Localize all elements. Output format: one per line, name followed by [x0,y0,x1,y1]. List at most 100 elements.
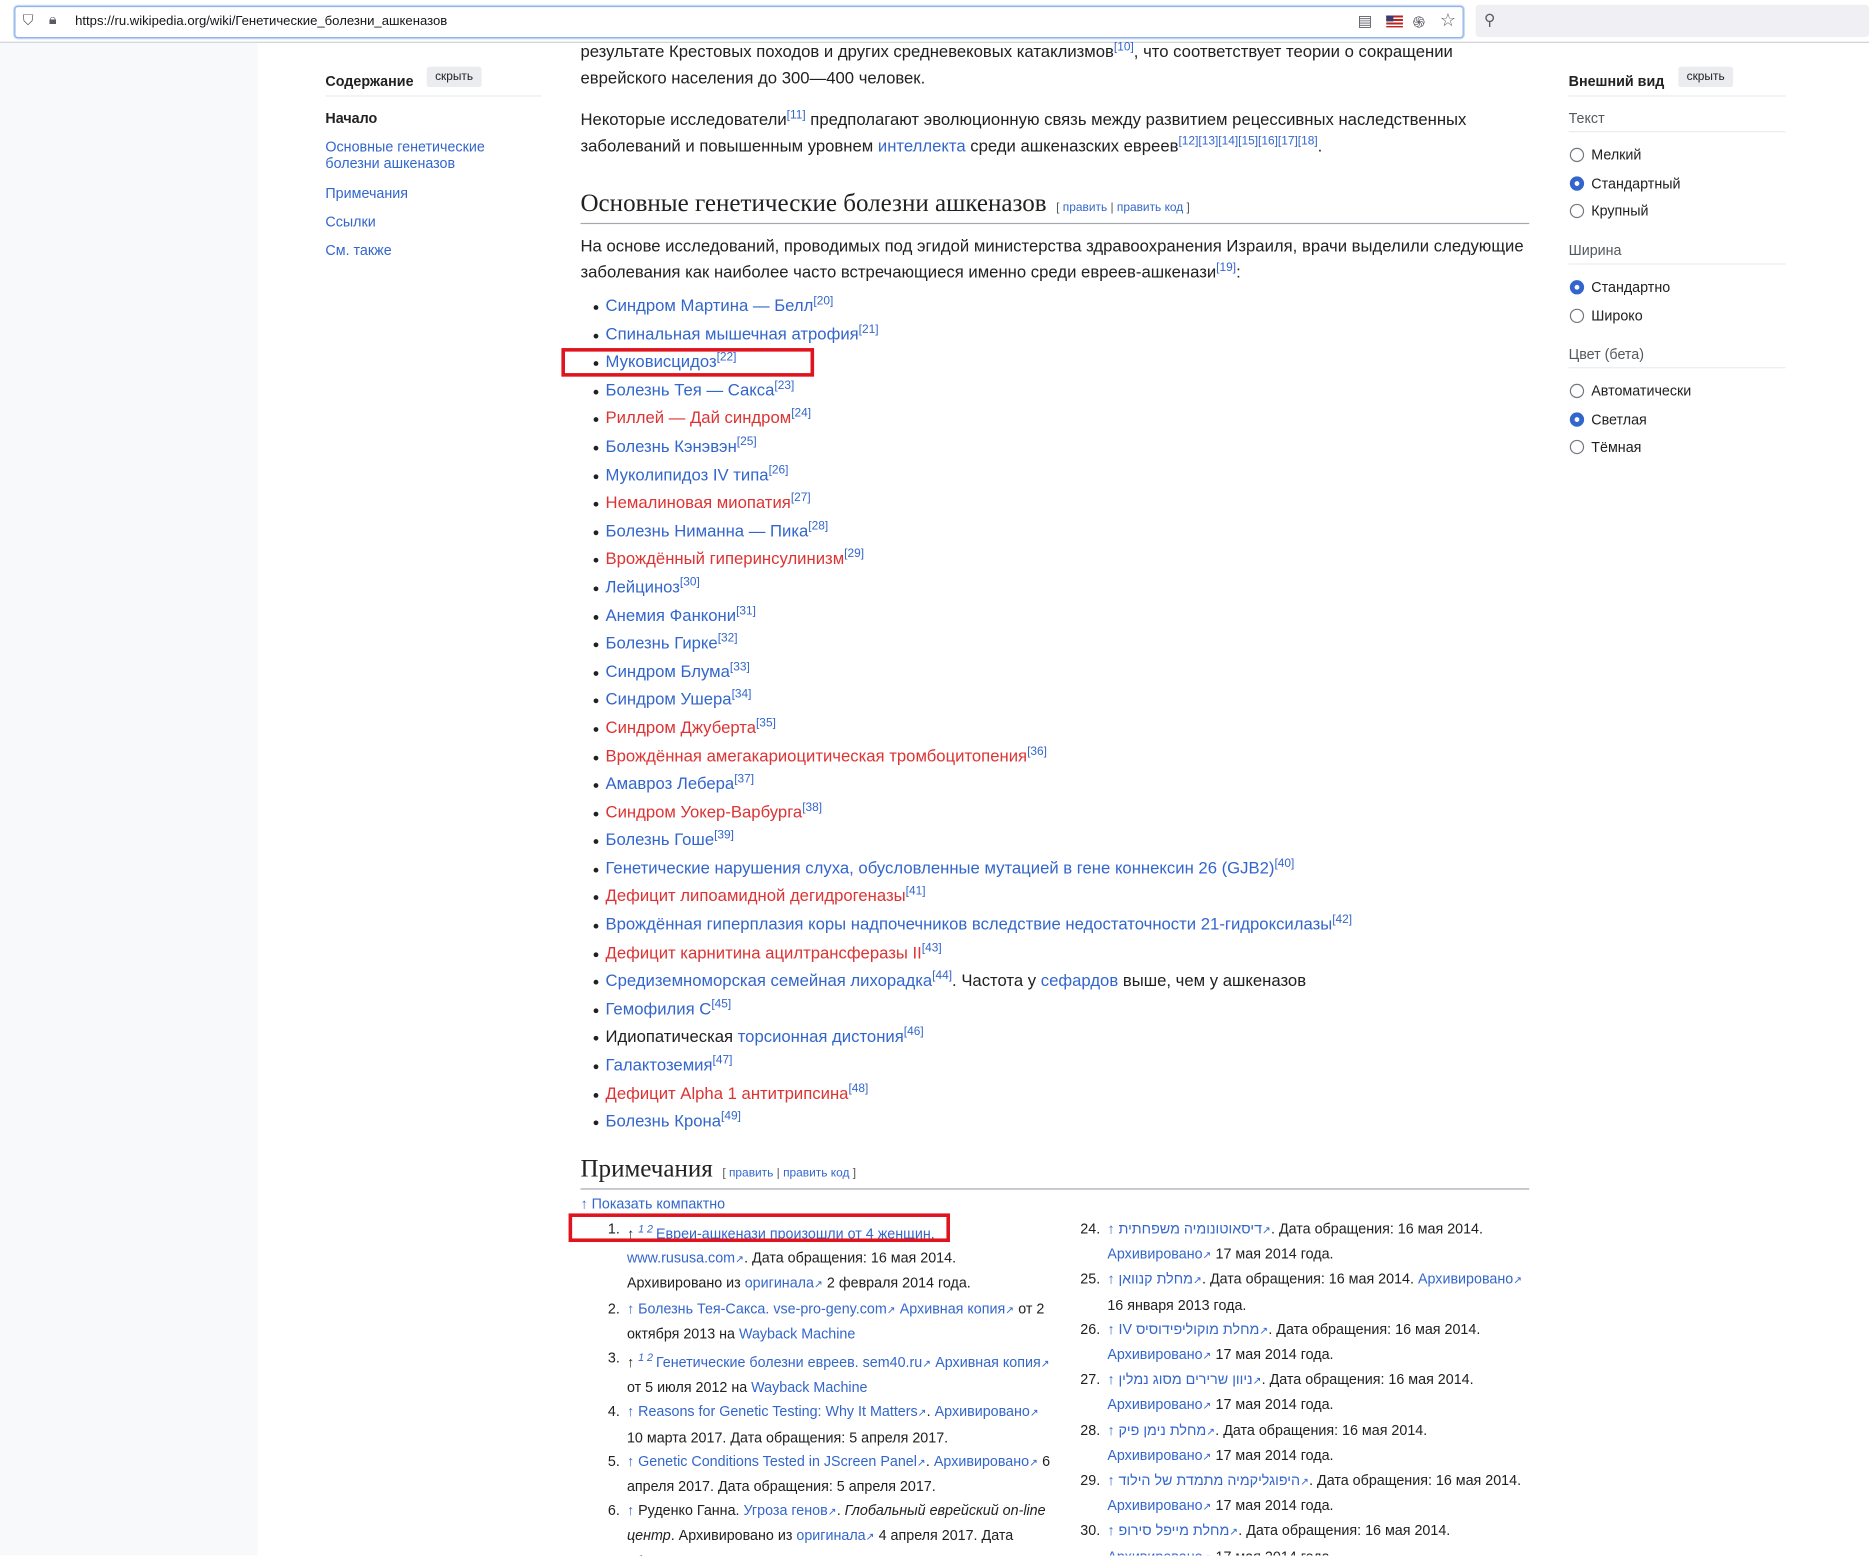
citation-link[interactable]: [45] [711,998,731,1011]
link[interactable]: Синдром Мартина — Белл [606,296,814,315]
link[interactable]: Болезнь Ниманна — Пика [606,521,809,540]
link[interactable]: Средиземноморская семейная лихорадка [606,971,933,990]
link[interactable]: Болезнь Кэнэвэн [606,436,737,455]
link[interactable]: ↑ [1107,1523,1118,1540]
citation-link[interactable]: [49] [721,1110,741,1123]
us-flag-icon[interactable] [1386,15,1403,28]
red-link[interactable]: Врождённая амегакариоцитическая тромбоци… [606,746,1028,765]
citation-link[interactable]: [28] [808,520,828,533]
citation-link[interactable]: [21] [859,323,879,336]
red-link[interactable]: Синдром Уокер-Варбурга [606,802,803,821]
link[interactable]: מחלת מוקוליפידוסיס IV [1118,1320,1259,1337]
toc-item-notes[interactable]: Примечания [325,185,516,202]
link[interactable]: Анемия Фанкони [606,605,737,624]
red-link[interactable]: Немалиновая миопатия [606,492,791,511]
link[interactable]: оригинала [745,1275,814,1292]
citation-link[interactable]: [11] [787,109,806,122]
link[interactable]: ↑ [1107,1271,1118,1288]
link[interactable]: היפוגליקמיה מתמדת של הילוד [1118,1472,1300,1489]
red-link[interactable]: Дефицит Alpha 1 антитрипсина [606,1083,849,1102]
fingerprint-icon[interactable]: ֍ [1412,11,1425,32]
citation-link[interactable]: [37] [734,773,754,786]
edit-link[interactable]: править [729,1167,773,1180]
search-box[interactable]: ⚲ [1475,4,1869,37]
lock-icon[interactable]: 🔒︎ [49,11,57,29]
citation-link[interactable]: [39] [714,829,734,842]
link[interactable]: Галактоземия [606,1055,713,1074]
link[interactable]: Архивировано [1418,1271,1513,1288]
link[interactable]: Genetic Conditions Tested in JScreen Pan… [638,1453,917,1470]
radio-button[interactable] [1569,280,1585,295]
red-link[interactable]: Дефицит карнитина ацилтрансферазы II [606,942,922,961]
link[interactable]: Архивировано [934,1453,1029,1470]
show-compact-link[interactable]: ↑ Показать компактно [580,1196,725,1213]
link[interactable]: Архивировано [1107,1447,1202,1464]
url-text[interactable]: https://ru.wikipedia.org/wiki/Генетическ… [75,14,447,28]
link[interactable]: מחלת מייפל סירופ [1118,1523,1229,1540]
radio-button[interactable] [1569,383,1585,399]
red-link[interactable]: Дефицит липоамидной дегидрогеназы [606,886,906,905]
citation-link[interactable]: [29] [844,548,864,561]
toc-item-see-also[interactable]: См. также [325,242,516,259]
citation-link[interactable]: [20] [813,295,833,308]
citation-link[interactable]: [10] [1114,41,1134,54]
red-link[interactable]: Риллей — Дай синдром [606,408,792,427]
link[interactable]: www.rususa.com [627,1249,735,1266]
link[interactable]: Архивировано [1107,1497,1202,1514]
text-option-radio[interactable]: Мелкий [1569,147,1641,163]
address-bar[interactable]: ⛉ 🔒︎ https://ru.wikipedia.org/wiki/Генет… [14,5,1464,39]
radio-button[interactable] [1569,439,1585,455]
link[interactable]: ↑ [627,1300,638,1317]
edit-link[interactable]: править [1063,201,1107,214]
citation-link[interactable]: [25] [737,435,757,448]
radio-button[interactable] [1569,411,1585,427]
link[interactable]: ↑ [1107,1221,1118,1238]
link[interactable]: 1 2 [638,1352,656,1364]
link[interactable]: ↑ [1107,1320,1118,1337]
citation-link[interactable]: [27] [791,492,811,505]
link[interactable]: מחלת נימן פיק [1118,1422,1206,1439]
link[interactable]: Угроза генов [743,1502,827,1519]
citation-link[interactable]: [47] [713,1054,733,1067]
link[interactable]: Синдром Блума [606,661,730,680]
link[interactable]: Болезнь Крона [606,1111,722,1130]
link[interactable]: ↑ [627,1403,638,1420]
citation-link[interactable]: [31] [736,604,756,617]
link[interactable]: דיסאוטונומיה משפחתית [1118,1221,1262,1238]
link[interactable]: Reasons for Genetic Testing: Why It Matt… [638,1403,918,1420]
radio-button[interactable] [1569,308,1585,323]
radio-button[interactable] [1569,203,1585,219]
citation-link[interactable]: [43] [922,942,942,955]
citation-link[interactable]: [48] [848,1082,868,1095]
citation-link[interactable]: [12][13][14][15][16][17][18] [1178,135,1317,148]
link[interactable]: Архивировано [1107,1396,1202,1413]
citation-link[interactable]: [46] [904,1026,924,1039]
link[interactable]: ↑ [1107,1422,1118,1439]
link[interactable]: Архивировано [1107,1346,1202,1363]
width-option-radio[interactable]: Широко [1569,307,1643,324]
citation-link[interactable]: [23] [774,379,794,392]
link[interactable]: оригинала [796,1527,865,1544]
color-option-radio[interactable]: Автоматически [1569,383,1691,399]
red-link[interactable]: Синдром Джуберта [606,717,756,736]
citation-link[interactable]: [38] [802,801,822,814]
citation-link[interactable]: [19] [1216,261,1236,274]
appearance-hide-button[interactable]: скрыть [1678,66,1734,88]
link[interactable]: ניוון שרירים מסוג נמלין [1118,1371,1252,1388]
citation-link[interactable]: [34] [732,689,752,702]
citation-link[interactable]: [26] [769,464,789,477]
link[interactable]: Архивировано [935,1403,1030,1420]
link[interactable]: Архивная копия [935,1354,1041,1371]
link[interactable]: Амавроз Лебера [606,774,735,793]
citation-link[interactable]: [24] [791,407,811,420]
link[interactable]: Генетические нарушения слуха, обусловлен… [606,858,1275,877]
shield-icon[interactable]: ⛉ [23,12,34,30]
link[interactable]: Болезнь Тея — Сакса [606,380,775,399]
width-option-radio[interactable]: Стандартно [1569,279,1670,296]
link[interactable]: Wayback Machine [751,1379,867,1396]
link[interactable]: ↑ [627,1502,638,1519]
citation-link[interactable]: [41] [906,885,926,898]
link[interactable]: интеллекта [878,136,966,155]
link[interactable]: ↑ [1107,1472,1118,1489]
red-link[interactable]: Врождённый гиперинсулинизм [606,549,845,568]
